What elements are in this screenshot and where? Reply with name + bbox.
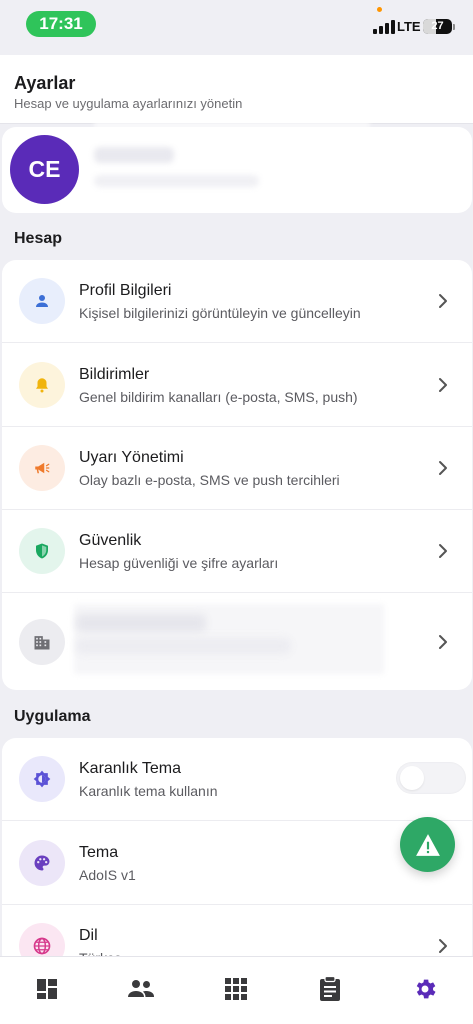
privacy-indicator-dot — [377, 7, 382, 12]
redacted-item-title — [76, 614, 206, 632]
page-title: Ayarlar — [14, 73, 76, 93]
nav-people[interactable] — [126, 974, 156, 1004]
warning-icon — [415, 833, 440, 856]
settings-item-security[interactable]: Güvenlik Hesap güvenliği ve şifre ayarla… — [2, 510, 472, 593]
page-subtitle: Hesap ve uygulama ayarlarınızı yönetin — [14, 96, 243, 111]
chevron-right-icon — [439, 635, 447, 649]
settings-item-title: Karanlık Tema — [79, 760, 181, 777]
battery-cap — [453, 24, 455, 30]
settings-item-notifications[interactable]: Bildirimler Genel bildirim kanalları (e-… — [2, 344, 472, 427]
report-warning-fab[interactable] — [400, 817, 455, 872]
settings-item-subtitle: Hesap güvenliği ve şifre ayarları — [79, 555, 279, 571]
palette-icon — [19, 840, 65, 886]
section-title-account: Hesap — [14, 230, 63, 247]
settings-item-profile[interactable]: Profil Bilgileri Kişisel bilgilerinizi g… — [2, 260, 472, 343]
status-time: 17:31 — [26, 11, 96, 37]
page-header: Ayarlar Hesap ve uygulama ayarlarınızı y… — [0, 55, 473, 124]
settings-item-title: Bildirimler — [79, 366, 150, 383]
battery-percent: 27 — [431, 20, 444, 32]
people-icon — [128, 980, 154, 997]
chevron-right-icon — [439, 461, 447, 475]
redacted-item-subtitle — [76, 638, 291, 654]
dashboard-icon — [37, 979, 57, 999]
settings-item-dark-theme[interactable]: Karanlık Tema Karanlık tema kullanın — [2, 738, 472, 821]
shield-icon — [19, 528, 65, 574]
apps-grid-icon — [225, 978, 247, 1000]
settings-item-subtitle: Karanlık tema kullanın — [79, 783, 218, 799]
person-icon — [19, 278, 65, 324]
user-profile-card[interactable]: CE — [2, 115, 472, 213]
toggle-knob — [400, 766, 424, 790]
settings-item-title: Uyarı Yönetimi — [79, 449, 184, 466]
redacted-user-name — [94, 147, 174, 163]
bottom-navigation — [0, 956, 473, 1024]
settings-item-company[interactable] — [2, 594, 472, 690]
settings-item-subtitle: Kişisel bilgilerinizi görüntüleyin ve gü… — [79, 305, 361, 321]
account-settings-card: Profil Bilgileri Kişisel bilgilerinizi g… — [2, 260, 472, 690]
redacted-user-email — [94, 175, 259, 187]
settings-item-title: Dil — [79, 927, 98, 944]
status-bar: 17:31 LTE 27 — [0, 0, 473, 50]
settings-item-title: Güvenlik — [79, 532, 142, 549]
building-icon — [19, 619, 65, 665]
bell-icon — [19, 362, 65, 408]
settings-item-subtitle: Genel bildirim kanalları (e-posta, SMS, … — [79, 389, 358, 405]
nav-tasks[interactable] — [315, 974, 345, 1004]
clipboard-icon — [320, 976, 340, 1001]
settings-item-subtitle: AdoIS v1 — [79, 867, 136, 883]
avatar: CE — [10, 135, 79, 204]
settings-item-title: Tema — [79, 844, 119, 861]
settings-item-alerts[interactable]: Uyarı Yönetimi Olay bazlı e-posta, SMS v… — [2, 427, 472, 510]
network-label: LTE — [397, 19, 421, 34]
chevron-right-icon — [439, 378, 447, 392]
settings-item-subtitle: Olay bazlı e-posta, SMS ve push tercihle… — [79, 472, 340, 488]
brightness-icon — [19, 756, 65, 802]
chevron-right-icon — [439, 294, 447, 308]
dark-theme-toggle[interactable] — [396, 762, 466, 794]
section-title-app: Uygulama — [14, 708, 91, 725]
settings-gear-icon — [416, 979, 436, 999]
chevron-right-icon — [439, 939, 447, 953]
settings-item-title: Profil Bilgileri — [79, 282, 172, 299]
nav-dashboard[interactable] — [32, 974, 62, 1004]
chevron-right-icon — [439, 544, 447, 558]
nav-settings[interactable] — [410, 974, 440, 1004]
megaphone-icon — [19, 445, 65, 491]
nav-apps[interactable] — [221, 974, 251, 1004]
signal-icon — [373, 20, 395, 34]
